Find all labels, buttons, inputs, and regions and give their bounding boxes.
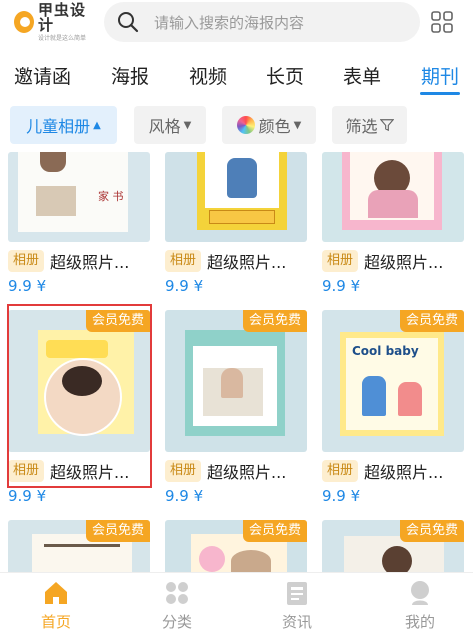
selected-card-highlight	[7, 304, 152, 488]
filter-screen[interactable]: 筛选	[332, 106, 407, 144]
grid-menu-icon[interactable]	[430, 10, 454, 34]
tab-journal[interactable]: 期刊	[421, 62, 459, 89]
template-price: 9.9 ¥	[322, 277, 361, 295]
caret-down-icon: ▼	[183, 119, 192, 131]
home-icon	[45, 582, 67, 604]
tab-video[interactable]: 视频	[189, 62, 227, 89]
tab-form[interactable]: 表单	[343, 62, 381, 89]
bottom-nav: 首页 分类 资讯 我的	[0, 572, 473, 634]
template-title: 超级照片...	[207, 253, 287, 272]
template-price: 9.9 ¥	[165, 277, 204, 295]
category-icon	[166, 582, 188, 604]
filter-color[interactable]: 颜色 ▼	[222, 106, 316, 144]
template-price: 9.9 ¥	[165, 487, 204, 505]
member-free-badge: 会员免费	[242, 520, 307, 542]
color-wheel-icon	[236, 116, 255, 134]
template-title: 超级照片...	[364, 253, 444, 272]
news-icon	[287, 582, 307, 605]
caret-up-icon: ▲	[93, 119, 101, 131]
template-thumbnail	[322, 152, 464, 242]
template-title: 超级照片...	[364, 463, 444, 482]
search-icon	[118, 12, 139, 33]
beetle-logo-icon	[14, 11, 34, 33]
profile-icon	[411, 581, 429, 605]
member-free-badge: 会员免费	[85, 520, 150, 542]
template-thumbnail: Cool baby 会员免费	[322, 310, 464, 452]
nav-news[interactable]: 资讯	[267, 579, 327, 632]
search-input[interactable]: 请输入搜索的海报内容	[104, 2, 420, 42]
member-free-badge: 会员免费	[242, 310, 307, 332]
category-tag: 相册	[165, 460, 202, 482]
logo-subtitle: 设计就是这么简单	[37, 34, 86, 42]
active-tab-indicator	[420, 92, 460, 95]
thumbnail-text: Cool baby	[352, 344, 419, 358]
template-thumbnail: 会员免费	[165, 310, 307, 452]
tab-long-page[interactable]: 长页	[266, 62, 304, 89]
tab-poster[interactable]: 海报	[111, 62, 149, 89]
app-header: 甲虫设计 设计就是这么简单 请输入搜索的海报内容	[0, 0, 473, 44]
caret-down-icon: ▼	[293, 119, 302, 131]
filter-style[interactable]: 风格 ▼	[134, 106, 206, 144]
template-thumbnail	[165, 152, 307, 242]
template-thumbnail: 会员免费	[8, 520, 150, 572]
member-free-badge: 会员免费	[399, 520, 464, 542]
logo-title: 甲虫设计	[37, 0, 86, 34]
template-thumbnail: 家 书	[8, 152, 150, 242]
category-tabs: 邀请函 海报 视频 长页 表单 期刊	[0, 56, 473, 96]
category-tag: 相册	[322, 250, 359, 272]
template-title: 超级照片...	[207, 463, 287, 482]
search-placeholder: 请输入搜索的海报内容	[154, 13, 305, 32]
filter-category[interactable]: 儿童相册 ▲	[10, 106, 117, 144]
nav-home[interactable]: 首页	[26, 579, 86, 632]
nav-category[interactable]: 分类	[147, 579, 207, 632]
tab-invitation[interactable]: 邀请函	[14, 62, 71, 89]
member-free-badge: 会员免费	[399, 310, 464, 332]
template-thumbnail: 会员免费	[165, 520, 307, 572]
nav-profile[interactable]: 我的	[390, 579, 450, 632]
filter-bar: 儿童相册 ▲ 风格 ▼ 颜色 ▼ 筛选	[0, 106, 473, 146]
template-price: 9.9 ¥	[322, 487, 361, 505]
app-logo[interactable]: 甲虫设计 设计就是这么简单	[14, 0, 96, 41]
funnel-icon	[379, 119, 394, 132]
filter-color-label: 颜色	[258, 117, 291, 136]
category-tag: 相册	[322, 460, 359, 482]
nav-category-label: 分类	[161, 613, 192, 631]
template-price: 9.9 ¥	[8, 277, 47, 295]
nav-profile-label: 我的	[404, 613, 435, 631]
category-tag: 相册	[165, 250, 202, 272]
filter-screen-label: 筛选	[345, 117, 378, 136]
thumbnail-text: 家 书	[98, 190, 124, 203]
template-title: 超级照片...	[50, 253, 130, 272]
filter-style-label: 风格	[148, 117, 181, 136]
template-price: 9.9 ¥	[8, 487, 47, 505]
template-thumbnail: 会员免费	[322, 520, 464, 572]
nav-home-label: 首页	[40, 613, 71, 631]
filter-category-label: 儿童相册	[26, 117, 91, 136]
nav-news-label: 资讯	[281, 613, 312, 631]
category-tag: 相册	[8, 250, 45, 272]
